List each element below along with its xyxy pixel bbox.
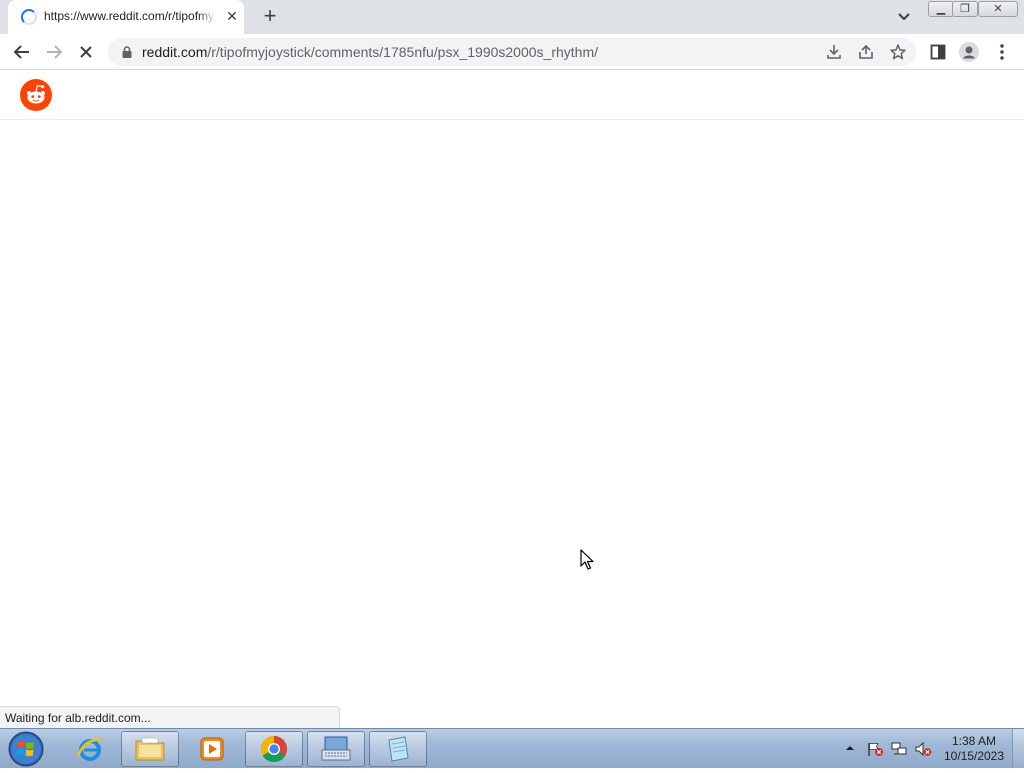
internet-explorer-icon	[76, 738, 103, 761]
profile-icon	[959, 42, 979, 62]
mouse-cursor-icon	[580, 549, 594, 570]
start-button[interactable]	[4, 730, 48, 768]
stop-loading-button[interactable]	[74, 40, 98, 64]
bookmark-button[interactable]	[888, 42, 908, 62]
browser-tab-active[interactable]: https://www.reddit.com/r/tipofmyjoystick…	[8, 0, 244, 34]
media-player-icon	[200, 737, 224, 761]
volume-muted-icon[interactable]	[914, 741, 932, 757]
loading-spinner-icon	[21, 9, 37, 25]
url-host: reddit.com	[142, 44, 208, 60]
chrome-icon	[260, 735, 288, 763]
taskbar-windows-explorer[interactable]	[121, 731, 179, 767]
browser-toolbar: reddit.com/r/tipofmyjoystick/comments/17…	[0, 34, 1024, 70]
forward-button[interactable]	[42, 40, 66, 64]
back-button[interactable]	[10, 40, 34, 64]
stop-x-icon	[80, 46, 92, 58]
new-tab-button[interactable]: +	[258, 5, 282, 29]
close-window-button[interactable]: ✕	[978, 1, 1018, 17]
arrow-left-icon	[13, 45, 29, 59]
side-panel-icon	[930, 44, 946, 60]
star-icon	[890, 44, 906, 60]
windows-start-orb-icon	[8, 731, 44, 767]
tab-strip: https://www.reddit.com/r/tipofmyjoystick…	[0, 0, 1024, 34]
system-clock[interactable]: 1:38 AM 10/15/2023	[938, 734, 1010, 764]
taskbar-media-player[interactable]	[183, 731, 241, 767]
taskbar-internet-explorer[interactable]	[61, 731, 119, 767]
lock-icon	[122, 46, 132, 58]
taskbar-chrome[interactable]	[245, 731, 303, 767]
minimize-button[interactable]: ▁	[928, 1, 954, 17]
windows-taskbar: 1:38 AM 10/15/2023	[0, 728, 1024, 768]
kebab-menu-icon	[1000, 44, 1004, 60]
taskbar-on-screen-keyboard[interactable]	[307, 731, 365, 767]
chevron-down-icon	[898, 13, 910, 21]
network-icon[interactable]	[890, 741, 908, 757]
windows-explorer-icon	[135, 737, 165, 761]
minimize-icon: ▁	[936, 3, 946, 15]
status-bubble: Waiting for alb.reddit.com...	[0, 706, 340, 728]
restore-icon: ❐	[960, 3, 970, 15]
show-desktop-button[interactable]	[1012, 729, 1024, 768]
reddit-logo[interactable]	[20, 79, 52, 111]
arrow-right-icon	[47, 45, 63, 59]
share-icon	[859, 44, 873, 59]
chrome-menu-button[interactable]	[992, 42, 1012, 62]
tab-title: https://www.reddit.com/r/tipofmyjoystick…	[44, 9, 216, 23]
reddit-header	[0, 71, 1024, 120]
share-button[interactable]	[856, 42, 876, 62]
page-body-blank	[0, 120, 1024, 728]
side-panel-button[interactable]	[928, 42, 948, 62]
url-path: /r/tipofmyjoystick/comments/1785nfu/psx_…	[207, 44, 598, 60]
install-app-button[interactable]	[824, 42, 844, 62]
restore-button[interactable]: ❐	[952, 1, 978, 17]
action-center-flag-icon[interactable]	[866, 741, 884, 757]
on-screen-keyboard-icon	[321, 736, 351, 761]
url-text[interactable]: reddit.com/r/tipofmyjoystick/comments/17…	[142, 44, 598, 60]
profile-button[interactable]	[959, 42, 979, 62]
download-icon	[827, 45, 841, 59]
reddit-snoo-icon	[20, 79, 52, 111]
address-bar[interactable]: reddit.com/r/tipofmyjoystick/comments/17…	[108, 38, 916, 66]
close-icon: ✕	[993, 3, 1003, 15]
taskbar-notepad[interactable]	[369, 731, 427, 767]
tab-close-button[interactable]: ✕	[224, 8, 240, 24]
clock-time: 1:38 AM	[951, 734, 997, 748]
notepad-icon	[388, 736, 409, 762]
show-hidden-icons-button[interactable]	[845, 743, 855, 753]
clock-date: 10/15/2023	[943, 749, 1005, 763]
tab-search-button[interactable]	[894, 8, 914, 26]
